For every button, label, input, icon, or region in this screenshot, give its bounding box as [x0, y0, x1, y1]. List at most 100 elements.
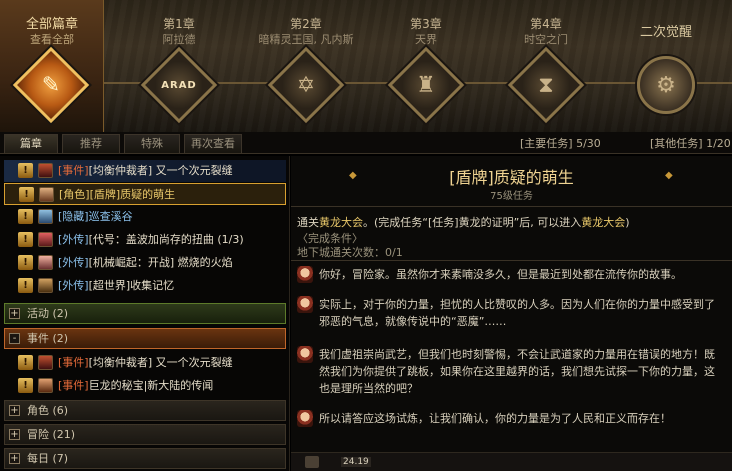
group-label: 角色 — [27, 404, 49, 417]
chapter-4-title: 第4章 — [530, 17, 562, 31]
group-count: (21) — [52, 428, 76, 441]
exclamation-icon: ! — [18, 232, 33, 247]
exclamation-icon: ! — [19, 187, 34, 202]
quest-goal: 通关黄龙大会。(完成任务“[任务]黄龙的证明”后, 可以进入黄龙大会) — [297, 214, 630, 230]
chapter-1-title: 第1章 — [163, 17, 195, 31]
scroll-emblem-icon: ✎ — [12, 46, 90, 124]
group-header-adventure[interactable]: + 冒险 (21) — [4, 424, 286, 445]
npc-avatar-icon — [297, 410, 313, 427]
group-header-activity[interactable]: + 活动 (2) — [4, 303, 286, 324]
exclamation-icon: ! — [18, 378, 33, 393]
arad-emblem-text: ARAD — [161, 79, 197, 91]
chapter-all-subtitle: 查看全部 — [30, 33, 74, 46]
exclamation-icon: ! — [18, 278, 33, 293]
quest-title: [机械崛起：开战] 燃烧的火焰 — [88, 256, 233, 269]
list-item[interactable]: ! [外传][超世界]收集记忆 — [4, 275, 286, 297]
quest-title: [均衡仲裁者] 又一个次元裂缝 — [88, 164, 233, 177]
tab-review[interactable]: 再次查看 — [184, 134, 242, 153]
quest-title: [代号：盖波加尚存的扭曲 (1/3) — [88, 233, 244, 246]
main-quest-label: [主要任务] — [520, 137, 573, 150]
chapter-all-button[interactable]: 全部篇章 查看全部 ✎ — [0, 0, 104, 132]
castle-emblem-icon: ♜ — [387, 46, 465, 124]
expand-icon[interactable]: + — [9, 405, 20, 416]
hourglass-emblem-icon: ⧗ — [507, 46, 585, 124]
chapter-4-subtitle: 时空之门 — [524, 33, 568, 46]
tab-chapters[interactable]: 篇章 — [4, 134, 58, 153]
npc-portrait-icon — [38, 378, 53, 393]
title-ornament-right-icon: ◆ — [665, 170, 673, 181]
other-quest-value: 1/20 — [706, 137, 731, 150]
chapter-2-title: 第2章 — [290, 17, 322, 31]
group-label: 冒险 — [27, 428, 49, 441]
tab-recommended[interactable]: 推荐 — [62, 134, 120, 153]
goal-dungeon-2: 黄龙大会 — [581, 216, 626, 229]
chapter-3-button[interactable]: 第3章 天界 ♜ — [372, 0, 480, 132]
quest-category: [外传] — [58, 233, 89, 246]
expand-icon[interactable]: + — [9, 453, 20, 464]
group-count: (6) — [52, 404, 69, 417]
chapter-2-button[interactable]: 第2章 暗精灵王国, 凡内斯 ✡ — [252, 0, 360, 132]
quest-category: [外传] — [58, 256, 89, 269]
main-quest-counter: [主要任务] 5/30 — [520, 135, 601, 151]
quest-title: [均衡仲裁者] 又一个次元裂缝 — [88, 356, 233, 369]
arad-emblem-icon: ARAD — [140, 46, 218, 124]
group-label: 事件 — [27, 332, 49, 345]
list-item[interactable]: ! [隐藏]巡查溪谷 — [4, 206, 286, 228]
goal-dungeon: 黄龙大会 — [319, 216, 363, 229]
divider — [291, 206, 732, 207]
group-label: 每日 — [27, 452, 49, 465]
expand-icon[interactable]: + — [9, 429, 20, 440]
quest-title: [盾牌]质疑的萌生 — [89, 188, 176, 201]
npc-avatar-icon — [297, 296, 313, 313]
dialog-text: 你好，冒险家。虽然你才来素喃没多久，但是最近到处都在流传你的故事。 — [319, 268, 682, 281]
exclamation-icon: ! — [18, 255, 33, 270]
npc-avatar-icon — [297, 266, 313, 283]
quest-category: [外传] — [58, 279, 89, 292]
gear-emblem-icon: ⚙ — [637, 56, 695, 114]
group-count: (7) — [52, 452, 69, 465]
collapse-icon[interactable]: - — [9, 333, 20, 344]
list-item[interactable]: ! [外传][代号：盖波加尚存的扭曲 (1/3) — [4, 229, 286, 251]
quest-list: ! [事件][均衡仲裁者] 又一个次元裂缝 ! [角色][盾牌]质疑的萌生 ! … — [0, 156, 290, 471]
chapter-3-title: 第3章 — [410, 17, 442, 31]
reward-stamp: 24.19 — [341, 457, 371, 467]
chapter-awakening-button[interactable]: 二次觉醒 ⚙ — [612, 0, 720, 132]
expand-icon[interactable]: + — [9, 308, 20, 319]
tab-special[interactable]: 特殊 — [124, 134, 180, 153]
group-header-character[interactable]: + 角色 (6) — [4, 400, 286, 421]
goal-end: ) — [625, 216, 630, 229]
chapter-3-subtitle: 天界 — [415, 33, 437, 46]
list-item-selected[interactable]: ! [角色][盾牌]质疑的萌生 — [4, 183, 286, 205]
reward-item-icon[interactable] — [305, 456, 319, 468]
list-item[interactable]: ! [事件]巨龙的秘宝|新大陆的传闻 — [4, 375, 286, 397]
list-item[interactable]: ! [事件][均衡仲裁者] 又一个次元裂缝 — [4, 160, 286, 182]
chapter-4-button[interactable]: 第4章 时空之门 ⧗ — [492, 0, 600, 132]
main-quest-value: 5/30 — [576, 137, 601, 150]
quest-category: [角色] — [59, 188, 90, 201]
completion-condition-value: 地下城通关次数：0/1 — [297, 246, 403, 259]
list-item[interactable]: ! [事件][均衡仲裁者] 又一个次元裂缝 — [4, 352, 286, 374]
list-item[interactable]: ! [外传][机械崛起：开战] 燃烧的火焰 — [4, 252, 286, 274]
group-header-daily[interactable]: + 每日 (7) — [4, 448, 286, 469]
quest-level: 75级任务 — [490, 191, 533, 202]
npc-portrait-icon — [39, 187, 54, 202]
quest-title: [超世界]收集记忆 — [88, 279, 175, 292]
goal-prefix: 通关 — [297, 216, 319, 229]
group-label: 活动 — [27, 307, 49, 320]
quest-detail-panel: ◆ [盾牌]质疑的萌生 ◆ 75级任务 通关黄龙大会。(完成任务“[任务]黄龙的… — [291, 156, 732, 471]
group-count: (2) — [52, 332, 69, 345]
tab-row: 篇章 推荐 特殊 再次查看 [主要任务] 5/30 [其他任务] 1/20 — [0, 132, 732, 154]
exclamation-icon: ! — [18, 355, 33, 370]
quest-category: [事件] — [58, 379, 89, 392]
other-quest-counter: [其他任务] 1/20 — [650, 135, 731, 151]
exclamation-icon: ! — [18, 163, 33, 178]
group-header-event[interactable]: - 事件 (2) — [4, 328, 286, 349]
chapter-bar: 全部篇章 查看全部 ✎ 第1章 阿拉德 ARAD 第2章 暗精灵王国, 凡内斯 … — [0, 0, 732, 132]
npc-portrait-icon — [38, 278, 53, 293]
quest-category: [隐藏] — [58, 210, 89, 223]
npc-portrait-icon — [38, 163, 53, 178]
chapter-1-subtitle: 阿拉德 — [162, 33, 196, 46]
chapter-1-button[interactable]: 第1章 阿拉德 ARAD — [125, 0, 233, 132]
exclamation-icon: ! — [18, 209, 33, 224]
star-emblem-icon: ✡ — [267, 46, 345, 124]
